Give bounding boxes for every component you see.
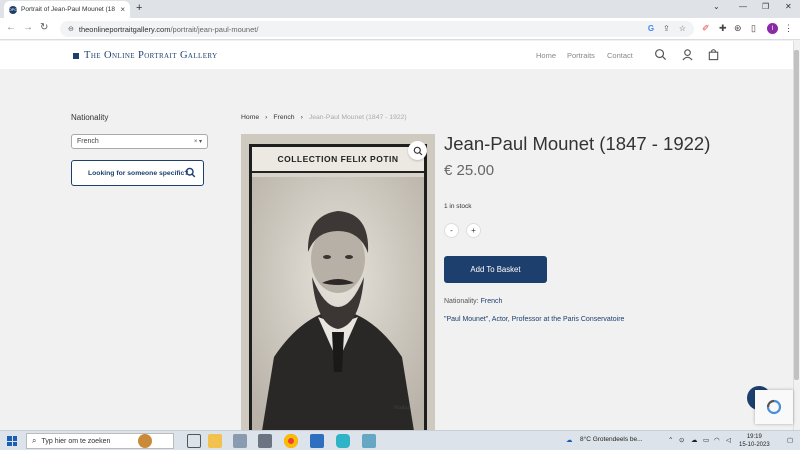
file-explorer-icon[interactable] (208, 434, 222, 448)
search-icon (185, 167, 196, 178)
quantity-increase-button[interactable]: + (466, 223, 481, 238)
search-person-button[interactable]: Looking for someone specific? (71, 160, 204, 186)
share-icon[interactable]: ⇪ (663, 24, 670, 33)
quantity-decrease-button[interactable]: - (444, 223, 459, 238)
browser-toolbar: ← → ↻ ⊖ theonlineportraitgallery.com /po… (0, 18, 800, 40)
chrome-icon[interactable] (284, 434, 298, 448)
download-icon[interactable]: ⊛ (734, 23, 742, 34)
extensions-puzzle-icon[interactable]: ✚ (719, 23, 727, 34)
cloud-app-icon[interactable] (336, 434, 350, 448)
magnify-icon (413, 146, 422, 155)
profile-avatar[interactable]: I (767, 23, 778, 34)
nav-portraits[interactable]: Portraits (567, 51, 595, 60)
clock-date: 15-10-2023 (739, 442, 770, 448)
new-tab-button[interactable]: + (136, 2, 142, 14)
product-description: "Paul Mounet", Actor, Professor at the P… (444, 316, 625, 323)
app-icon[interactable] (310, 434, 324, 448)
forward-icon[interactable]: → (23, 22, 33, 33)
reload-icon[interactable]: ↻ (40, 22, 48, 33)
browser-tab-strip: OPG Portrait of Jean-Paul Mounet (18 × +… (0, 0, 800, 18)
recaptcha-badge[interactable] (755, 390, 793, 424)
clear-and-chevron-icon[interactable]: × ▾ (194, 138, 202, 145)
logo-square-icon (73, 52, 79, 59)
extension-icon[interactable]: ✐ (702, 23, 710, 34)
close-window-icon[interactable]: ✕ (785, 2, 792, 11)
task-view-icon[interactable] (187, 434, 201, 448)
maximize-icon[interactable]: ❐ (762, 2, 769, 11)
breadcrumb-separator: › (300, 114, 303, 121)
product-meta: Nationality: French (444, 298, 502, 305)
url-path: /portrait/jean-paul-mounet/ (170, 24, 259, 34)
taskbar-search-placeholder: Typ hier om te zoeken (41, 437, 111, 445)
stock-status: 1 in stock (444, 203, 472, 210)
breadcrumb: Home › French › Jean-Paul Mounet (1847 -… (241, 114, 407, 121)
filter-title: Nationality (71, 113, 109, 122)
meta-label: Nationality: (444, 298, 479, 305)
product-price: € 25.00 (444, 162, 495, 179)
portrait-photo: Nadar (252, 177, 424, 430)
search-icon[interactable] (654, 48, 667, 61)
taskbar-clock[interactable]: 19:19 15-10-2023 (739, 433, 770, 449)
tab-title: Portrait of Jean-Paul Mounet (18 (21, 6, 115, 13)
hedgehog-widget-icon[interactable] (138, 434, 152, 448)
card-caption: COLLECTION FELIX POTIN (252, 147, 424, 173)
weather-icon[interactable]: ☁ (566, 436, 573, 444)
weather-text[interactable]: 8°C Grotendeels be... (580, 436, 643, 443)
settings-gear-icon[interactable] (258, 434, 272, 448)
address-bar[interactable]: ⊖ theonlineportraitgallery.com /portrait… (60, 21, 694, 37)
nav-home[interactable]: Home (536, 51, 556, 60)
back-icon[interactable]: ← (6, 22, 16, 33)
basket-icon[interactable] (707, 48, 720, 61)
tab-search-chevron-icon[interactable]: ⌄ (713, 2, 720, 11)
recaptcha-icon (766, 399, 782, 415)
battery-icon[interactable]: ▭ (703, 436, 709, 444)
breadcrumb-current: Jean-Paul Mounet (1847 - 1922) (308, 114, 407, 121)
breadcrumb-category[interactable]: French (273, 114, 294, 121)
product-title: Jean-Paul Mounet (1847 - 1922) (444, 133, 711, 154)
select-value: French (77, 138, 99, 145)
tray-overflow-icon[interactable]: ⌃ (668, 436, 673, 444)
volume-icon[interactable]: ◁ (726, 436, 731, 444)
svg-text:Nadar: Nadar (394, 405, 411, 411)
site-logo[interactable]: The Online Portrait Gallery (73, 50, 218, 61)
logo-text: The Online Portrait Gallery (84, 50, 218, 61)
windows-taskbar: ⌕ Typ hier om te zoeken ☁ 8°C Grotendeel… (0, 430, 800, 450)
onedrive-icon[interactable]: ☁ (691, 436, 698, 444)
site-header: The Online Portrait Gallery Home Portrai… (0, 41, 793, 69)
wifi-icon[interactable]: ◠ (714, 436, 720, 444)
windows-start-icon[interactable] (7, 436, 17, 446)
chrome-menu-icon[interactable]: ⋮ (784, 23, 793, 34)
minimize-icon[interactable]: — (739, 2, 747, 11)
bookmark-star-icon[interactable]: ☆ (679, 24, 686, 33)
clock-time: 19:19 (746, 434, 762, 440)
nationality-select[interactable]: French × ▾ (71, 134, 208, 149)
paint-icon[interactable] (233, 434, 247, 448)
site-info-icon[interactable]: ⊖ (68, 25, 74, 33)
card-frame: Nadar (249, 144, 427, 430)
breadcrumb-home[interactable]: Home (241, 114, 259, 121)
side-panel-icon[interactable]: ▯ (751, 23, 756, 34)
network-icon[interactable]: ⊙ (679, 436, 684, 444)
tab-close-icon[interactable]: × (120, 5, 125, 14)
breadcrumb-separator: › (265, 114, 268, 121)
url-domain: theonlineportraitgallery.com (78, 24, 171, 34)
google-lens-icon[interactable]: G (648, 24, 654, 33)
app-icon[interactable] (362, 434, 376, 448)
search-person-label: Looking for someone specific? (88, 169, 189, 177)
search-icon: ⌕ (32, 436, 37, 445)
account-icon[interactable] (681, 48, 694, 61)
add-to-basket-button[interactable]: Add To Basket (444, 256, 547, 283)
site-favicon-icon: OPG (8, 5, 18, 14)
product-image[interactable]: Nadar COLLECTION FELIX POTIN (241, 134, 435, 430)
zoom-button[interactable] (408, 141, 427, 160)
meta-nationality-link[interactable]: French (481, 298, 503, 305)
nav-contact[interactable]: Contact (607, 51, 633, 60)
browser-tab[interactable]: OPG Portrait of Jean-Paul Mounet (18 × (4, 1, 130, 18)
scrollbar-thumb[interactable] (794, 50, 799, 380)
notification-icon[interactable]: ▢ (787, 436, 793, 444)
